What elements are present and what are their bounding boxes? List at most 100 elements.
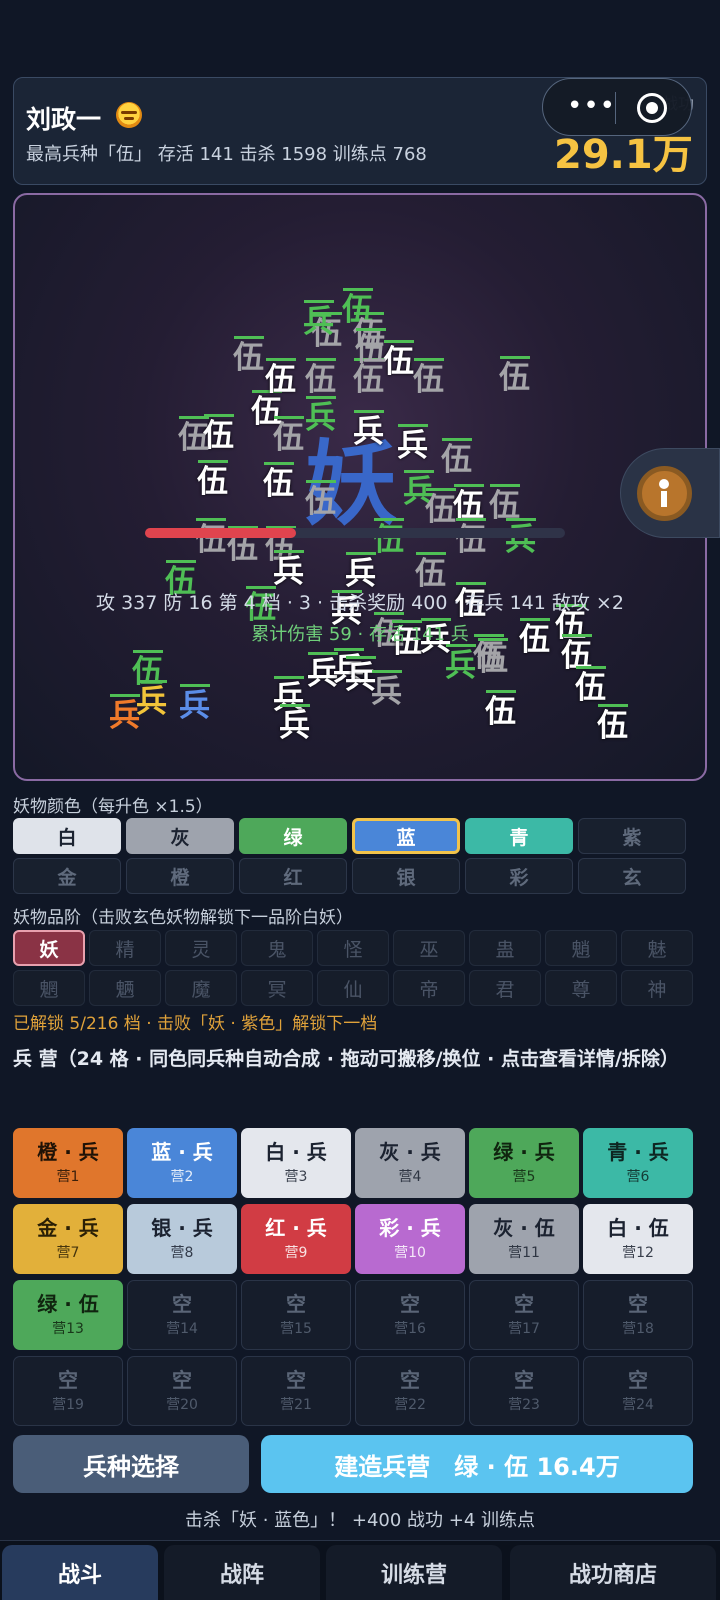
barracks-cell-number: 营23 — [508, 1396, 540, 1413]
tab-1[interactable]: 战阵 — [164, 1545, 320, 1600]
tier-option[interactable]: 魔 — [165, 970, 237, 1006]
barracks-cell-name: 红 · 兵 — [265, 1215, 327, 1240]
accessibility-float-button[interactable] — [620, 448, 720, 538]
unit-glyph: 兵 — [273, 554, 304, 590]
barracks-cell[interactable]: 银 · 兵营8 — [127, 1204, 237, 1274]
barracks-cell-name: 银 · 兵 — [151, 1215, 213, 1240]
tier-option[interactable]: 妖 — [13, 930, 85, 966]
barracks-cell[interactable]: 金 · 兵营7 — [13, 1204, 123, 1274]
tier-option[interactable]: 神 — [621, 970, 693, 1006]
color-option[interactable]: 青 — [465, 818, 573, 854]
tab-3[interactable]: 战功商店 — [510, 1545, 716, 1600]
unit-hp-bar — [442, 438, 472, 441]
barracks-cell[interactable]: 空营23 — [469, 1356, 579, 1426]
barracks-cell[interactable]: 白 · 兵营3 — [241, 1128, 351, 1198]
bottom-tab-bar: 战斗 战阵 训练营 战功商店 — [0, 1540, 720, 1600]
unit-glyph: 伍 — [383, 344, 414, 380]
unit-hp-bar — [490, 484, 520, 487]
barracks-cell-number: 营8 — [170, 1244, 194, 1261]
tier-option[interactable]: 精 — [89, 930, 161, 966]
barracks-cell[interactable]: 蓝 · 兵营2 — [127, 1128, 237, 1198]
unit-hp-bar — [404, 470, 434, 473]
tab-0[interactable]: 战斗 — [2, 1545, 158, 1600]
tier-option[interactable]: 尊 — [545, 970, 617, 1006]
barracks-cell[interactable]: 空营19 — [13, 1356, 123, 1426]
unit-hp-bar — [500, 356, 530, 359]
unit-hp-bar — [306, 480, 336, 483]
color-option[interactable]: 玄 — [578, 858, 686, 894]
barracks-cell-name: 空 — [628, 1291, 648, 1316]
barracks-cell[interactable]: 灰 · 兵营4 — [355, 1128, 465, 1198]
barracks-cell-number: 营16 — [394, 1320, 426, 1337]
tier-option[interactable]: 巫 — [393, 930, 465, 966]
tier-option[interactable]: 魍 — [13, 970, 85, 1006]
player-stats: 最高兵种「伍」 存活 141 击杀 1598 训练点 768 — [26, 144, 427, 165]
barracks-cell-name: 空 — [400, 1291, 420, 1316]
color-option[interactable]: 金 — [13, 858, 121, 894]
barracks-cell-name: 空 — [172, 1291, 192, 1316]
tier-option[interactable]: 魉 — [89, 970, 161, 1006]
color-option[interactable]: 绿 — [239, 818, 347, 854]
color-option[interactable]: 灰 — [126, 818, 234, 854]
mini-program-capsule: ••• — [542, 78, 692, 136]
barracks-cell[interactable]: 空营14 — [127, 1280, 237, 1350]
barracks-cell-name: 空 — [286, 1367, 306, 1392]
tier-option[interactable]: 帝 — [393, 970, 465, 1006]
tier-option[interactable]: 冥 — [241, 970, 313, 1006]
barracks-cell[interactable]: 绿 · 伍营13 — [13, 1280, 123, 1350]
capsule-divider — [615, 92, 616, 124]
color-option[interactable]: 彩 — [465, 858, 573, 894]
tier-option[interactable]: 君 — [469, 970, 541, 1006]
close-target-icon[interactable] — [637, 93, 667, 123]
unit-hp-bar — [180, 684, 210, 687]
barracks-cell[interactable]: 空营21 — [241, 1356, 351, 1426]
barracks-cell[interactable]: 空营22 — [355, 1356, 465, 1426]
unit-hp-bar — [416, 552, 446, 555]
barracks-cell[interactable]: 白 · 伍营12 — [583, 1204, 693, 1274]
color-option[interactable]: 紫 — [578, 818, 686, 854]
more-options-icon[interactable]: ••• — [567, 91, 616, 121]
barracks-cell[interactable]: 空营20 — [127, 1356, 237, 1426]
barracks-cell[interactable]: 空营15 — [241, 1280, 351, 1350]
color-option[interactable]: 橙 — [126, 858, 234, 894]
color-option[interactable]: 银 — [352, 858, 460, 894]
unit-glyph: 伍 — [273, 420, 304, 456]
barracks-cell[interactable]: 青 · 兵营6 — [583, 1128, 693, 1198]
tier-option[interactable]: 魅 — [621, 930, 693, 966]
tier-option[interactable]: 鬼 — [241, 930, 313, 966]
unlock-note: 已解锁 5/216 档 · 击败「妖 · 紫色」解锁下一档 — [13, 1014, 378, 1034]
barracks-cell[interactable]: 空营17 — [469, 1280, 579, 1350]
barracks-cell-number: 营14 — [166, 1320, 198, 1337]
tab-2[interactable]: 训练营 — [326, 1545, 502, 1600]
tier-option[interactable]: 蛊 — [469, 930, 541, 966]
color-option[interactable]: 红 — [239, 858, 347, 894]
tier-option[interactable]: 怪 — [317, 930, 389, 966]
barracks-cell[interactable]: 红 · 兵营9 — [241, 1204, 351, 1274]
tier-option[interactable]: 仙 — [317, 970, 389, 1006]
unit-glyph: 兵 — [397, 428, 428, 464]
barracks-cell-number: 营15 — [280, 1320, 312, 1337]
unit-hp-bar — [354, 410, 384, 413]
color-option[interactable]: 白 — [13, 818, 121, 854]
barracks-cell-name: 金 · 兵 — [37, 1215, 99, 1240]
color-option[interactable]: 蓝 — [352, 818, 460, 854]
barracks-cell[interactable]: 灰 · 伍营11 — [469, 1204, 579, 1274]
barracks-cell-number: 营11 — [508, 1244, 540, 1261]
unit-glyph: 伍 — [415, 556, 446, 592]
barracks-cell[interactable]: 空营24 — [583, 1356, 693, 1426]
unit-glyph: 兵 — [305, 400, 336, 436]
barracks-cell[interactable]: 橙 · 兵营1 — [13, 1128, 123, 1198]
barracks-cell[interactable]: 空营18 — [583, 1280, 693, 1350]
arena-damage: 累计伤害 59 · 存活 141 兵 — [251, 624, 469, 645]
barracks-cell-number: 营19 — [52, 1396, 84, 1413]
barracks-cell-name: 空 — [58, 1367, 78, 1392]
barracks-cell[interactable]: 彩 · 兵营10 — [355, 1204, 465, 1274]
barracks-cell-number: 营18 — [622, 1320, 654, 1337]
tier-option[interactable]: 灵 — [165, 930, 237, 966]
barracks-cell[interactable]: 绿 · 兵营5 — [469, 1128, 579, 1198]
tier-option[interactable]: 魈 — [545, 930, 617, 966]
barracks-cell[interactable]: 空营16 — [355, 1280, 465, 1350]
unit-select-button[interactable]: 兵种选择 — [13, 1435, 249, 1493]
build-barracks-button[interactable]: 建造兵营 绿 · 伍 16.4万 — [261, 1435, 693, 1493]
unit-hp-bar — [306, 358, 336, 361]
